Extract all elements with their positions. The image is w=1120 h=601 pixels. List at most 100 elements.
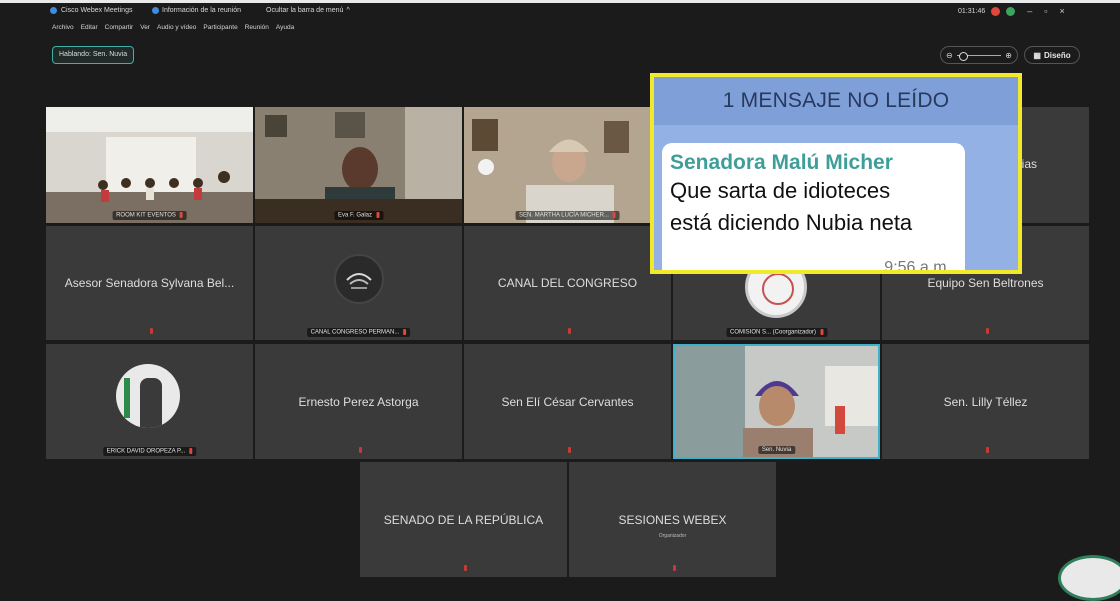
participant-name: Sen Elí César Cervantes: [501, 394, 634, 409]
room-kit-video: [46, 107, 253, 223]
corner-watermark-logo: [1058, 555, 1120, 601]
participant-name: Sen. Lilly Téllez: [943, 394, 1028, 409]
participant-tile-martha[interactable]: SEN. MARTHA LUCÍA MICHER...: [464, 107, 671, 223]
participant-name: Eva F. Galaz: [333, 211, 384, 220]
message-line-1: Que sarta de idioteces: [670, 178, 891, 203]
participant-tile-asesor[interactable]: Asesor Senadora Sylvana Bel...: [46, 226, 253, 340]
muted-mic-icon: [463, 565, 467, 571]
menu-reunion[interactable]: Reunión: [245, 24, 269, 31]
muted-mic-icon: [403, 329, 407, 336]
app-title: Cisco Webex Meetings: [50, 7, 132, 14]
unread-message-header: 1 MENSAJE NO LEÍDO: [654, 77, 1018, 125]
participant-tile-canal-permanente[interactable]: CANAL CONGRESO PERMAN...: [255, 226, 462, 340]
participant-name: Asesor Senadora Sylvana Bel...: [64, 276, 235, 290]
menu-editar[interactable]: Editar: [81, 24, 98, 31]
participant-name: SEN. MARTHA LUCÍA MICHER...: [515, 211, 620, 220]
menu-bar: Archivo Editar Compartir Ver Audio y víd…: [52, 24, 294, 31]
participant-name: SENADO DE LA REPÚBLICA: [383, 512, 544, 527]
participant-tile-erick[interactable]: ERICK DAVID OROPEZA P...: [46, 344, 253, 459]
participant-tile-canal-congreso[interactable]: CANAL DEL CONGRESO: [464, 226, 671, 340]
meeting-info-button[interactable]: Información de la reunión: [152, 7, 241, 14]
menu-audio-video[interactable]: Audio y vídeo: [157, 24, 196, 31]
title-right: 01:31:46 – ▫ ×: [958, 6, 1065, 16]
record-icon[interactable]: [991, 6, 1001, 16]
participant-name: CANAL CONGRESO PERMAN...: [306, 328, 411, 337]
eva-video: [255, 107, 462, 223]
muted-mic-icon: [612, 212, 616, 219]
participant-name: Ernesto Perez Astorga: [298, 394, 419, 409]
message-line-2: está diciendo Nubia neta: [670, 210, 913, 235]
close-icon[interactable]: ×: [1059, 6, 1064, 16]
layout-button[interactable]: ▦ Diseño: [1024, 46, 1080, 64]
participant-name: ERICK DAVID OROPEZA P...: [102, 447, 197, 456]
info-icon: [152, 7, 159, 14]
muted-mic-icon: [189, 448, 193, 455]
congress-logo-icon: [345, 273, 372, 289]
participant-tile-eva[interactable]: Eva F. Galaz: [255, 107, 462, 223]
chevron-up-icon: ^: [346, 7, 350, 14]
participant-name: SESIONES WEBEX: [618, 512, 727, 527]
unread-message-overlay: 1 MENSAJE NO LEÍDO Senadora Malú Micher …: [650, 73, 1022, 274]
muted-mic-icon: [179, 212, 183, 219]
muted-mic-icon: [358, 447, 362, 453]
participant-name: CANAL DEL CONGRESO: [497, 276, 638, 290]
participant-tile-nuvia-active-speaker[interactable]: Sen. Nuvia: [673, 344, 880, 459]
meeting-clock: 01:31:46: [958, 7, 986, 15]
zoom-slider[interactable]: ⊖ ⊕: [940, 46, 1018, 64]
meeting-info-label: Información de la reunión: [162, 7, 241, 14]
participant-role: Organizador: [658, 533, 687, 540]
participant-name: COMISION S... (Coorganizador): [725, 328, 828, 337]
zoom-in-icon[interactable]: ⊕: [1005, 51, 1012, 60]
grid-icon: ▦: [1033, 50, 1041, 60]
participant-tile-senado[interactable]: SENADO DE LA REPÚBLICA: [360, 462, 567, 577]
muted-mic-icon: [567, 328, 571, 334]
seal-ring: [762, 273, 794, 305]
erick-avatar: [116, 364, 180, 428]
participant-name-text: Eva F. Galaz: [337, 213, 373, 219]
participant-tile-sesiones[interactable]: SESIONES WEBEX Organizador: [569, 462, 776, 577]
participant-name: Sen. Nuvia: [757, 446, 796, 454]
message-sender: Senadora Malú Micher: [670, 151, 893, 174]
zoom-track[interactable]: [956, 51, 1002, 61]
channel-logo-avatar: [333, 254, 384, 304]
restore-icon[interactable]: ▫: [1044, 6, 1047, 16]
participant-name-text: COMISION S... (Coorganizador): [729, 330, 817, 336]
participant-name-text: CANAL CONGRESO PERMAN...: [310, 330, 400, 336]
participant-name-text: ERICK DAVID OROPEZA P...: [106, 449, 186, 455]
muted-mic-icon: [985, 328, 989, 334]
muted-mic-icon: [567, 447, 571, 453]
person-silhouette: [140, 378, 162, 428]
menu-archivo[interactable]: Archivo: [52, 24, 74, 31]
zoom-handle[interactable]: [958, 51, 968, 61]
webex-logo-icon: [50, 7, 57, 14]
menu-compartir[interactable]: Compartir: [105, 24, 134, 31]
zoom-out-icon[interactable]: ⊖: [946, 51, 953, 60]
participant-name-text: ROOM KIT EVENTOS: [116, 213, 176, 219]
martha-video: [464, 107, 671, 223]
participant-tile-eli[interactable]: Sen Elí César Cervantes: [464, 344, 671, 459]
active-speaker-badge: Hablando: Sen. Nuvia: [52, 46, 135, 64]
app-name: Cisco Webex Meetings: [61, 7, 133, 14]
muted-mic-icon: [820, 329, 824, 336]
participant-name: Equipo Sen Beltrones: [927, 276, 1044, 290]
menu-participante[interactable]: Participante: [203, 24, 237, 31]
muted-mic-icon: [985, 447, 989, 453]
message-time: 9:56 a.m.: [884, 259, 951, 274]
connection-icon[interactable]: [1006, 6, 1016, 16]
hide-menu-label: Ocultar la barra de menú: [266, 7, 344, 14]
participant-name: ROOM KIT EVENTOS: [112, 211, 187, 220]
hide-menu-button[interactable]: Ocultar la barra de menú ^: [266, 7, 350, 14]
muted-mic-icon: [149, 328, 153, 334]
participant-name-partial: ias: [1021, 157, 1037, 171]
participant-tile-room-kit[interactable]: ROOM KIT EVENTOS: [46, 107, 253, 223]
flag-green: [124, 378, 130, 418]
chat-message-bubble: Senadora Malú Micher Que sarta de idiote…: [662, 143, 965, 274]
participant-tile-ernesto[interactable]: Ernesto Perez Astorga: [255, 344, 462, 459]
participant-tile-lilly[interactable]: Sen. Lilly Téllez: [882, 344, 1089, 459]
menu-ver[interactable]: Ver: [140, 24, 150, 31]
participant-name-text: Sen. Nuvia: [761, 447, 792, 453]
nuvia-video: [675, 346, 878, 457]
minimize-icon[interactable]: –: [1027, 6, 1032, 16]
muted-mic-icon: [672, 565, 676, 571]
menu-ayuda[interactable]: Ayuda: [276, 24, 294, 31]
